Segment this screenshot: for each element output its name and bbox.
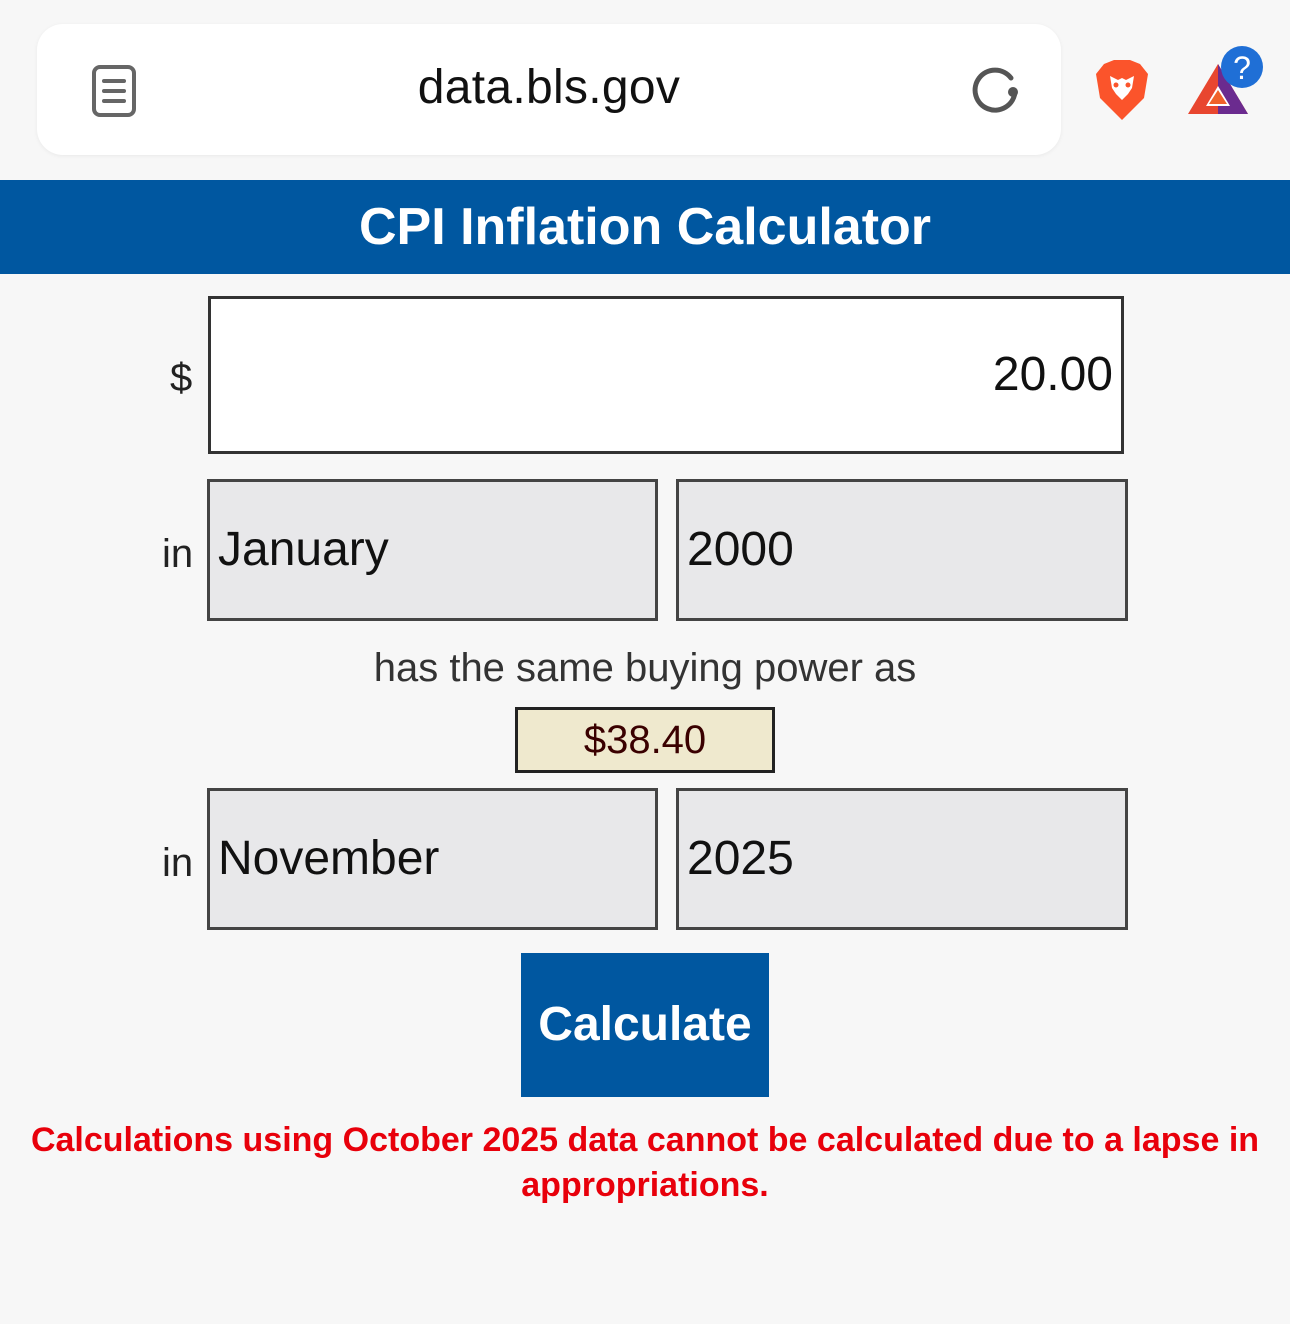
warning-message: Calculations using October 2025 data can… [30,1121,1260,1204]
brave-lion-icon[interactable] [1094,58,1150,122]
calculate-button[interactable]: Calculate [521,953,769,1097]
bat-rewards-icon[interactable]: ? [1184,44,1268,120]
result-value: $38.40 [515,707,775,773]
url-text[interactable]: data.bls.gov [37,60,1061,115]
amount-input[interactable]: 20.00 [208,296,1124,454]
svg-text:?: ? [1233,50,1251,86]
page-title: CPI Inflation Calculator [0,180,1290,274]
currency-symbol: $ [170,356,193,400]
same-power-text: has the same buying power as [373,646,917,690]
in-label-from: in [162,532,194,576]
in-label-to: in [162,841,194,885]
address-bar[interactable]: data.bls.gov [37,24,1061,155]
from-year-select[interactable]: 2000 [676,479,1128,621]
page: data.bls.gov ? CPI Inflation Calculator … [0,0,1290,1324]
to-year-select[interactable]: 2025 [676,788,1128,930]
from-month-select[interactable]: January [207,479,658,621]
reload-icon[interactable] [967,62,1023,118]
to-month-select[interactable]: November [207,788,658,930]
